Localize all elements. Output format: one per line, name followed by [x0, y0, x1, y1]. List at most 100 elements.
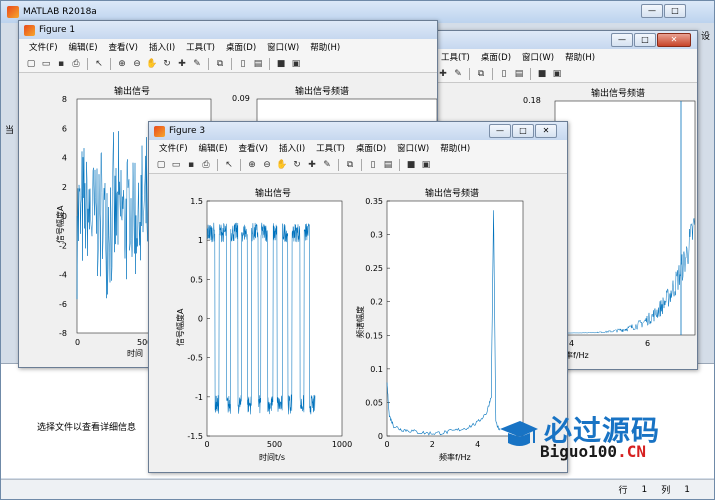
- close-button[interactable]: ✕: [657, 33, 691, 47]
- fig3-left-ytick: 0: [198, 315, 203, 324]
- toolbar-separator: [217, 158, 218, 171]
- print-icon[interactable]: ⎙: [200, 159, 212, 171]
- link-icon[interactable]: ⧉: [475, 68, 487, 80]
- menu-view[interactable]: 查看(V): [109, 41, 138, 53]
- brush-icon[interactable]: ✎: [452, 68, 464, 80]
- fig3-right-ytick: 0.15: [365, 331, 383, 340]
- colorbar-icon[interactable]: ▯: [237, 58, 249, 70]
- right-panel-label: 设: [701, 32, 711, 42]
- zoom-out-icon[interactable]: ⊖: [131, 58, 143, 70]
- fig3-right-xtick: 4: [475, 440, 480, 449]
- fig3-right-ytick: 0: [378, 432, 383, 441]
- hide-tools-icon[interactable]: ■: [536, 68, 548, 80]
- pan-icon[interactable]: ✋: [146, 58, 158, 70]
- maximize-button[interactable]: □: [634, 33, 656, 47]
- fig3-right-ytick: 0.1: [370, 365, 383, 374]
- zoom-in-icon[interactable]: ⊕: [116, 58, 128, 70]
- menu-desktop[interactable]: 桌面(D): [481, 51, 511, 63]
- link-icon[interactable]: ⧉: [214, 58, 226, 70]
- print-icon[interactable]: ⎙: [70, 58, 82, 70]
- menu-help[interactable]: 帮助(H): [440, 142, 470, 154]
- toolbar-separator: [361, 158, 362, 171]
- figure-2-controls: — □ ✕: [611, 33, 691, 47]
- fig3-left-xtick: 1000: [332, 440, 352, 449]
- save-icon[interactable]: ▪: [185, 159, 197, 171]
- zoom-in-icon[interactable]: ⊕: [246, 159, 258, 171]
- menu-desktop[interactable]: 桌面(D): [356, 142, 386, 154]
- fig2-xlabel: 率f/Hz: [565, 350, 589, 360]
- datatip-icon[interactable]: ✚: [437, 68, 449, 80]
- close-button[interactable]: ✕: [535, 124, 557, 138]
- show-tools-icon[interactable]: ▣: [290, 58, 302, 70]
- legend-icon[interactable]: ▤: [382, 159, 394, 171]
- fig3-left-xtick: 0: [204, 440, 209, 449]
- datatip-icon[interactable]: ✚: [306, 159, 318, 171]
- link-icon[interactable]: ⧉: [344, 159, 356, 171]
- menu-view[interactable]: 查看(V): [239, 142, 268, 154]
- pointer-icon[interactable]: ↖: [93, 58, 105, 70]
- menu-window[interactable]: 窗口(W): [267, 41, 299, 53]
- minimize-button[interactable]: —: [489, 124, 511, 138]
- maximize-button[interactable]: □: [512, 124, 534, 138]
- menu-help[interactable]: 帮助(H): [565, 51, 595, 63]
- toolbar-separator: [231, 57, 232, 70]
- figure-2-toolbar: ✚ ✎ ⧉ ▯ ▤ ■ ▣: [431, 65, 697, 83]
- new-figure-icon[interactable]: ▢: [155, 159, 167, 171]
- menu-file[interactable]: 文件(F): [159, 142, 188, 154]
- menu-window[interactable]: 窗口(W): [397, 142, 429, 154]
- fig3-left-ytick: 1: [198, 236, 203, 245]
- menu-tools[interactable]: 工具(T): [186, 41, 215, 53]
- toolbar-separator: [269, 57, 270, 70]
- menu-insert[interactable]: 插入(I): [279, 142, 305, 154]
- legend-icon[interactable]: ▤: [513, 68, 525, 80]
- fig1-left-xlabel: 时间: [127, 348, 143, 358]
- menu-help[interactable]: 帮助(H): [310, 41, 340, 53]
- rotate-icon[interactable]: ↻: [291, 159, 303, 171]
- legend-icon[interactable]: ▤: [252, 58, 264, 70]
- hide-tools-icon[interactable]: ■: [405, 159, 417, 171]
- fig1-left-ytick: 8: [62, 95, 67, 104]
- watermark-domain: Biguo100: [540, 442, 618, 461]
- show-tools-icon[interactable]: ▣: [420, 159, 432, 171]
- colorbar-icon[interactable]: ▯: [498, 68, 510, 80]
- new-figure-icon[interactable]: ▢: [25, 58, 37, 70]
- menu-insert[interactable]: 插入(I): [149, 41, 175, 53]
- datatip-icon[interactable]: ✚: [176, 58, 188, 70]
- zoom-out-icon[interactable]: ⊖: [261, 159, 273, 171]
- watermark-tld: .CN: [617, 442, 646, 461]
- figure-3-toolbar: ▢ ▭ ▪ ⎙ ↖ ⊕ ⊖ ✋ ↻ ✚ ✎ ⧉ ▯ ▤ ■ ▣: [149, 156, 567, 174]
- brush-icon[interactable]: ✎: [191, 58, 203, 70]
- pan-icon[interactable]: ✋: [276, 159, 288, 171]
- open-icon[interactable]: ▭: [170, 159, 182, 171]
- show-tools-icon[interactable]: ▣: [551, 68, 563, 80]
- fig3-left-ytick: 1.5: [190, 197, 203, 206]
- menu-edit[interactable]: 编辑(E): [199, 142, 228, 154]
- menu-tools[interactable]: 工具(T): [441, 51, 470, 63]
- pointer-icon[interactable]: ↖: [223, 159, 235, 171]
- menu-tools[interactable]: 工具(T): [316, 142, 345, 154]
- fig3-right-title: 输出信号频谱: [425, 187, 479, 199]
- fig3-left-ytick: 0.5: [190, 275, 203, 284]
- toolbar-separator: [338, 158, 339, 171]
- figure-1-menubar: 文件(F) 编辑(E) 查看(V) 插入(I) 工具(T) 桌面(D) 窗口(W…: [19, 39, 437, 55]
- hide-tools-icon[interactable]: ■: [275, 58, 287, 70]
- menu-edit[interactable]: 编辑(E): [69, 41, 98, 53]
- open-icon[interactable]: ▭: [40, 58, 52, 70]
- maximize-button[interactable]: □: [664, 4, 686, 18]
- save-icon[interactable]: ▪: [55, 58, 67, 70]
- fig3-right-ytick: 0.2: [370, 298, 383, 307]
- brush-icon[interactable]: ✎: [321, 159, 333, 171]
- row-value: 1: [641, 484, 648, 495]
- fig1-left-ytick: -6: [59, 300, 67, 309]
- minimize-button[interactable]: —: [611, 33, 633, 47]
- colorbar-icon[interactable]: ▯: [367, 159, 379, 171]
- status-bar: 行 1 列 1: [1, 479, 714, 499]
- menu-file[interactable]: 文件(F): [29, 41, 58, 53]
- menu-desktop[interactable]: 桌面(D): [226, 41, 256, 53]
- rotate-icon[interactable]: ↻: [161, 58, 173, 70]
- toolbar-separator: [469, 67, 470, 80]
- menu-window[interactable]: 窗口(W): [522, 51, 554, 63]
- col-label: 列: [661, 486, 671, 496]
- toolbar-separator: [399, 158, 400, 171]
- minimize-button[interactable]: —: [641, 4, 663, 18]
